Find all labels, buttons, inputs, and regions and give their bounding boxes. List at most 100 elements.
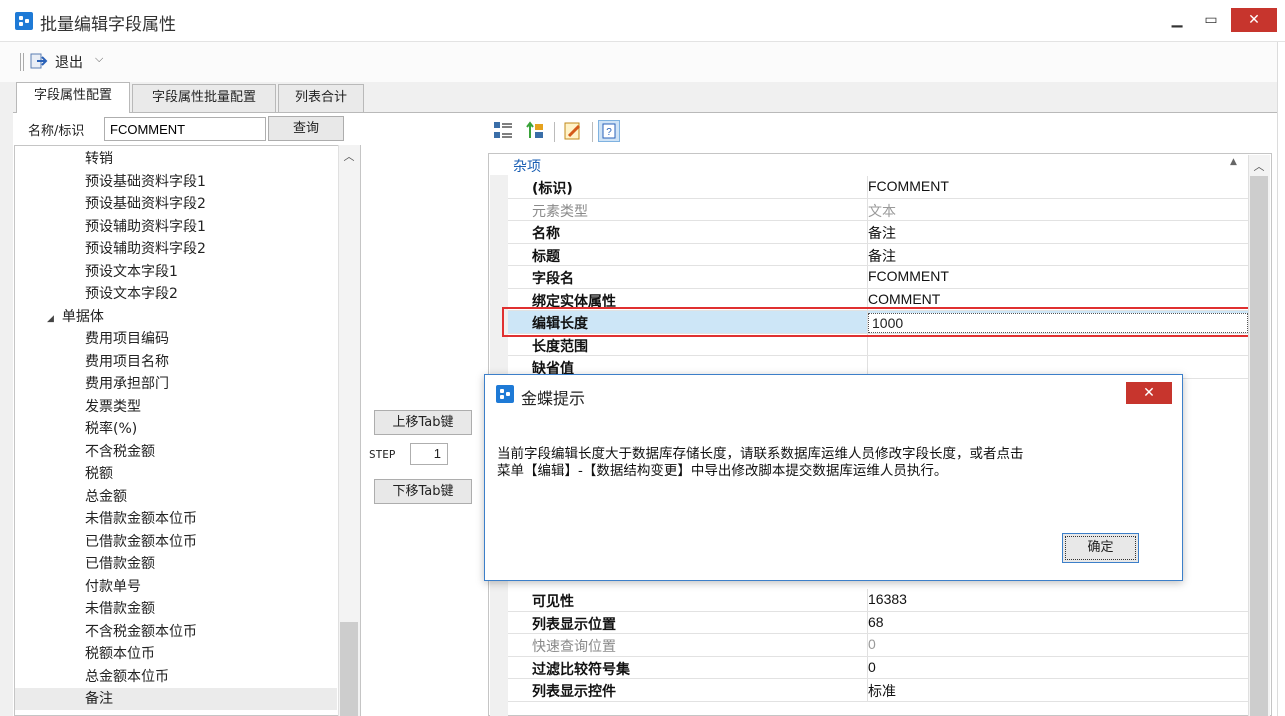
tree-item[interactable]: 预设文本字段1 bbox=[15, 261, 337, 283]
tree-item[interactable]: 不含税金额本位币 bbox=[15, 621, 337, 643]
property-row[interactable]: 元素类型 文本 bbox=[508, 198, 1248, 221]
move-down-tab-button[interactable]: 下移Tab键 bbox=[374, 479, 472, 504]
property-row[interactable]: 可见性 16383 bbox=[508, 589, 1248, 612]
tree-item-label: 费用项目名称 bbox=[85, 353, 169, 370]
property-row[interactable]: 列表显示控件 标准 bbox=[508, 679, 1248, 702]
step-input[interactable]: 1 bbox=[410, 443, 448, 465]
property-value: 0 bbox=[868, 658, 876, 675]
tree-item[interactable]: 已借款金额 bbox=[15, 553, 337, 575]
categorized-icon[interactable] bbox=[492, 120, 514, 142]
tree-item[interactable]: 付款单号 bbox=[15, 576, 337, 598]
dialog-message-line: 当前字段编辑长度大于数据库存储长度，请联系数据库运维人员修改字段长度，或者点击 bbox=[497, 446, 1024, 462]
property-name: 名称 bbox=[532, 226, 560, 242]
property-name: 列表显示位置 bbox=[532, 616, 616, 633]
tree-item[interactable]: 预设基础资料字段1 bbox=[15, 171, 337, 193]
tree-item-label: 未借款金额本位币 bbox=[85, 511, 197, 527]
property-value: 68 bbox=[868, 613, 884, 630]
exit-icon[interactable] bbox=[30, 52, 48, 70]
grid-scroll-thumb[interactable] bbox=[1250, 176, 1268, 716]
property-name: 列表显示控件 bbox=[532, 684, 616, 700]
property-row[interactable]: (标识) FCOMMENT bbox=[508, 176, 1248, 199]
property-name: 可见性 bbox=[532, 594, 574, 610]
property-row[interactable]: 过滤比较符号集 0 bbox=[508, 656, 1248, 679]
tree-item-label: 税率(%) bbox=[85, 421, 138, 437]
property-value: 文本 bbox=[868, 202, 896, 219]
field-tree[interactable]: 转销 预设基础资料字段1 预设基础资料字段2 预设辅助资料字段1 预设辅助资料字段2 预设… bbox=[14, 145, 361, 716]
search-input[interactable] bbox=[104, 117, 266, 141]
tree-item[interactable]: 预设辅助资料字段1 bbox=[15, 216, 337, 238]
property-value: FCOMMENT bbox=[868, 178, 949, 194]
tree-item[interactable]: 税率(%) bbox=[15, 418, 337, 440]
collapse-icon[interactable]: ▲ bbox=[1230, 157, 1237, 167]
expand-arrow-icon[interactable]: ◢ bbox=[47, 314, 54, 324]
tree-item-label: 预设基础资料字段2 bbox=[85, 196, 206, 212]
tree-item[interactable]: 发票类型 bbox=[15, 396, 337, 418]
minimize-button[interactable]: ▁ bbox=[1162, 8, 1192, 32]
property-value: 标准 bbox=[868, 683, 896, 699]
property-row[interactable]: 名称 备注 bbox=[508, 221, 1248, 244]
chevron-down-icon[interactable]: ⌵ bbox=[95, 52, 103, 66]
property-value: FCOMMENT bbox=[868, 268, 949, 284]
dialog-close-button[interactable]: ✕ bbox=[1126, 382, 1172, 404]
alphabetical-icon[interactable] bbox=[524, 120, 546, 142]
tree-item[interactable]: 未借款金额本位币 bbox=[15, 508, 337, 530]
tree-item[interactable]: 费用项目编码 bbox=[15, 328, 337, 350]
highlight-box bbox=[502, 307, 1255, 337]
tree-item-label: 单据体 bbox=[61, 308, 104, 325]
search-label: 名称/标识 bbox=[28, 124, 85, 139]
tree-item[interactable]: ◢ 单据体 bbox=[15, 306, 337, 328]
toolbar-separator bbox=[592, 122, 593, 142]
close-button[interactable]: ✕ bbox=[1231, 8, 1277, 32]
tab-field-properties[interactable]: 字段属性配置 bbox=[16, 82, 130, 113]
window-title: 批量编辑字段属性 bbox=[40, 15, 176, 35]
maximize-button[interactable]: ▭ bbox=[1196, 8, 1226, 32]
tree-item[interactable]: 预设基础资料字段2 bbox=[15, 193, 337, 215]
toolbar-separator bbox=[554, 122, 555, 142]
tree-item[interactable]: 未借款金额 bbox=[15, 598, 337, 620]
app-icon bbox=[15, 12, 33, 30]
tree-item[interactable]: 已借款金额本位币 bbox=[15, 531, 337, 553]
property-pages-icon[interactable] bbox=[562, 120, 584, 142]
tab-batch-config[interactable]: 字段属性批量配置 bbox=[132, 84, 276, 112]
tree-item-label: 费用承担部门 bbox=[85, 376, 169, 392]
title-bar bbox=[0, 0, 1285, 42]
property-value: 备注 bbox=[868, 247, 896, 264]
description-icon[interactable]: ? bbox=[598, 120, 620, 142]
tree-item-label: 总金额本位币 bbox=[85, 668, 169, 685]
tree-item[interactable]: 转销 bbox=[15, 148, 337, 170]
property-row[interactable]: 列表显示位置 68 bbox=[508, 611, 1248, 634]
tree-item[interactable]: 费用项目名称 bbox=[15, 351, 337, 373]
tree-item[interactable]: 总金额本位币 bbox=[15, 666, 337, 688]
tree-item[interactable]: 不含税金额 bbox=[15, 441, 337, 463]
tree-item[interactable]: 备注 bbox=[15, 688, 337, 710]
property-row[interactable]: 标题 备注 bbox=[508, 243, 1248, 266]
tree-item-label: 付款单号 bbox=[85, 578, 141, 595]
svg-text:?: ? bbox=[606, 127, 612, 138]
property-name: 字段名 bbox=[532, 271, 574, 287]
tree-item-label: 预设文本字段1 bbox=[85, 263, 178, 280]
tree-scroll-thumb[interactable] bbox=[340, 622, 358, 716]
tree-item[interactable]: 预设文本字段2 bbox=[15, 283, 337, 305]
tree-item-label: 不含税金额 bbox=[85, 443, 155, 460]
grid-category-row[interactable] bbox=[490, 155, 1248, 175]
property-name: 长度范围 bbox=[532, 338, 588, 355]
tree-item[interactable]: 费用承担部门 bbox=[15, 373, 337, 395]
tree-item-label: 税额 bbox=[85, 466, 113, 482]
property-row[interactable]: 快速查询位置 0 bbox=[508, 634, 1248, 657]
tree-item[interactable]: 预设辅助资料字段2 bbox=[15, 238, 337, 260]
tree-item[interactable]: 总金额 bbox=[15, 486, 337, 508]
property-row[interactable]: 字段名 FCOMMENT bbox=[508, 266, 1248, 289]
scroll-up-icon[interactable]: ︿ bbox=[1250, 158, 1268, 174]
tree-item-label: 预设文本字段2 bbox=[85, 286, 178, 302]
property-name: (标识) bbox=[532, 181, 573, 197]
tab-list-totals[interactable]: 列表合计 bbox=[278, 84, 364, 112]
move-up-tab-button[interactable]: 上移Tab键 bbox=[374, 410, 472, 435]
tree-item-label: 已借款金额本位币 bbox=[85, 533, 197, 550]
exit-button[interactable]: 退出 bbox=[55, 52, 83, 72]
scroll-up-icon[interactable]: ︿ bbox=[338, 148, 360, 164]
query-button[interactable]: 查询 bbox=[268, 116, 344, 141]
ok-button[interactable]: 确定 bbox=[1062, 533, 1139, 563]
dialog-title: 金蝶提示 bbox=[521, 389, 586, 408]
tree-item[interactable]: 税额 bbox=[15, 463, 337, 485]
tree-item[interactable]: 税额本位币 bbox=[15, 643, 337, 665]
